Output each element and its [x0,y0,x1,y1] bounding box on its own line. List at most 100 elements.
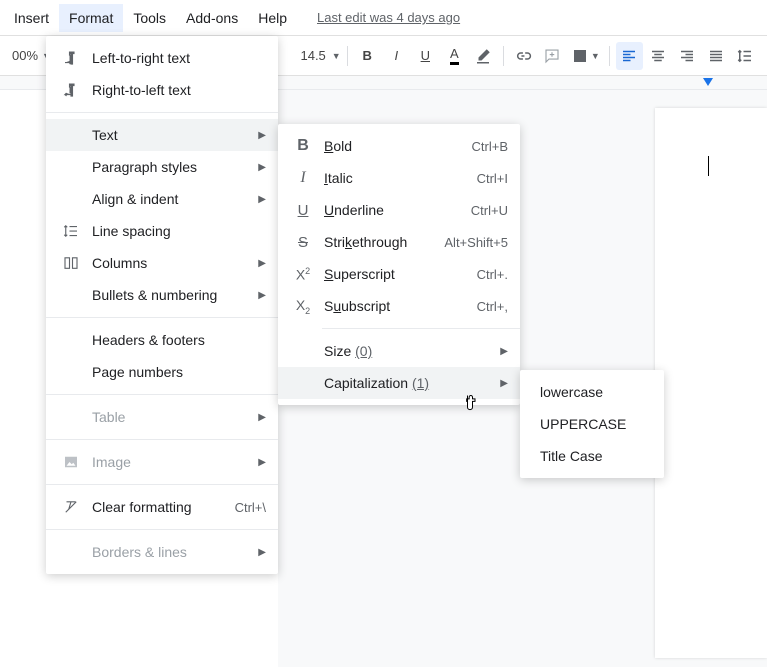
mi-label: Strikethrough [324,234,444,250]
chevron-right-icon: ▶ [500,378,508,389]
rtl-icon [60,81,82,99]
menu-format[interactable]: Format [59,4,123,32]
mi-line-spacing[interactable]: Line spacing [46,215,278,247]
mi-borders-lines[interactable]: Borders & lines ▶ [46,536,278,568]
mi-strikethrough[interactable]: S Strikethrough Alt+Shift+5 [278,226,520,258]
underline-icon: U [292,202,314,219]
highlight-button[interactable] [470,42,497,70]
align-center-button[interactable] [645,42,672,70]
menu-help[interactable]: Help [248,4,297,32]
underline-button[interactable]: U [412,42,439,70]
image-button[interactable]: ▼ [568,42,603,70]
align-right-button[interactable] [674,42,701,70]
clear-format-icon [60,498,82,516]
mi-uppercase[interactable]: UPPERCASE [520,408,664,440]
link-button[interactable] [510,42,537,70]
mi-paragraph-styles[interactable]: Paragraph styles ▶ [46,151,278,183]
ltr-icon [60,49,82,67]
text-color-button[interactable]: A [441,42,468,70]
fontsize-value: 14.5 [300,48,325,63]
mi-titlecase[interactable]: Title Case [520,440,664,472]
bold-button[interactable]: B [354,42,381,70]
mi-label: Line spacing [92,223,266,239]
mi-label: Right-to-left text [92,82,266,98]
mi-label: Size (0) [324,343,492,359]
ruler-indent-marker[interactable] [703,78,713,86]
mi-bullets[interactable]: Bullets & numbering ▶ [46,279,278,311]
text-cursor [708,156,710,176]
highlight-icon [474,47,492,65]
mi-image[interactable]: Image ▶ [46,446,278,478]
mi-size[interactable]: Size (0) ▶ [278,335,520,367]
menubar: Insert Format Tools Add-ons Help Last ed… [0,0,767,36]
mi-italic[interactable]: I Italic Ctrl+I [278,162,520,194]
last-edit-link[interactable]: Last edit was 4 days ago [317,10,460,25]
mi-label: Image [92,454,250,470]
align-left-button[interactable] [616,42,643,70]
mi-underline[interactable]: U Underline Ctrl+U [278,194,520,226]
line-spacing-button[interactable] [732,42,759,70]
chevron-down-icon: ▼ [332,51,341,61]
mi-shortcut: Ctrl+B [472,139,508,154]
document-page[interactable] [655,108,767,658]
chevron-right-icon: ▶ [258,194,266,205]
mi-label: Page numbers [92,364,266,380]
mi-label: Suubscript [324,298,477,314]
align-justify-button[interactable] [703,42,730,70]
mi-bold[interactable]: B Bold Ctrl+B [278,130,520,162]
mi-columns[interactable]: Columns ▶ [46,247,278,279]
chevron-right-icon: ▶ [258,547,266,558]
comment-button[interactable] [539,42,566,70]
bold-icon: B [292,137,314,155]
line-spacing-icon [60,222,82,240]
mi-label: Superscript [324,266,477,282]
mi-lowercase[interactable]: lowercase [520,376,664,408]
chevron-right-icon: ▶ [258,457,266,468]
align-right-icon [678,47,696,65]
mi-label: Bold [324,138,472,154]
line-spacing-icon [736,47,754,65]
chevron-right-icon: ▶ [258,412,266,423]
italic-icon: I [292,169,314,187]
menu-tools[interactable]: Tools [123,4,176,32]
mi-label: Capitalization (1) [324,375,492,391]
mi-shortcut: Ctrl+, [477,299,508,314]
mi-table[interactable]: Table ▶ [46,401,278,433]
mi-label: Text [92,127,250,143]
mi-headers-footers[interactable]: Headers & footers [46,324,278,356]
capitalization-submenu: lowercase UPPERCASE Title Case [520,370,664,478]
comment-icon [543,47,561,65]
subscript-icon: X2 [292,297,314,316]
zoom-value: 00% [12,48,38,63]
mi-clear-formatting[interactable]: Clear formatting Ctrl+\ [46,491,278,523]
text-submenu: B Bold Ctrl+B I Italic Ctrl+I U Underlin… [278,124,520,405]
mi-ltr[interactable]: Left-to-right text [46,42,278,74]
mi-shortcut: Ctrl+I [477,171,508,186]
mi-subscript[interactable]: X2 Suubscript Ctrl+, [278,290,520,322]
chevron-right-icon: ▶ [500,346,508,357]
mi-label: Borders & lines [92,544,250,560]
mi-shortcut: Alt+Shift+5 [444,235,508,250]
mi-rtl[interactable]: Right-to-left text [46,74,278,106]
strikethrough-icon: S [292,234,314,251]
mi-text[interactable]: Text ▶ [46,119,278,151]
mi-align-indent[interactable]: Align & indent ▶ [46,183,278,215]
chevron-right-icon: ▶ [258,258,266,269]
mi-shortcut: Ctrl+. [477,267,508,282]
image-icon [571,47,589,65]
chevron-right-icon: ▶ [258,162,266,173]
chevron-down-icon: ▼ [591,51,600,61]
mi-label: Table [92,409,250,425]
mi-superscript[interactable]: X2 Superscript Ctrl+. [278,258,520,290]
mi-label: Left-to-right text [92,50,266,66]
superscript-icon: X2 [292,266,314,283]
align-left-icon [620,47,638,65]
mi-label: Italic [324,170,477,186]
menu-addons[interactable]: Add-ons [176,4,248,32]
italic-button[interactable]: I [383,42,410,70]
mi-capitalization[interactable]: Capitalization (1) ▶ [278,367,520,399]
mi-page-numbers[interactable]: Page numbers [46,356,278,388]
chevron-right-icon: ▶ [258,290,266,301]
fontsize-dropdown[interactable]: 14.5 ▼ [300,48,340,63]
menu-insert[interactable]: Insert [4,4,59,32]
